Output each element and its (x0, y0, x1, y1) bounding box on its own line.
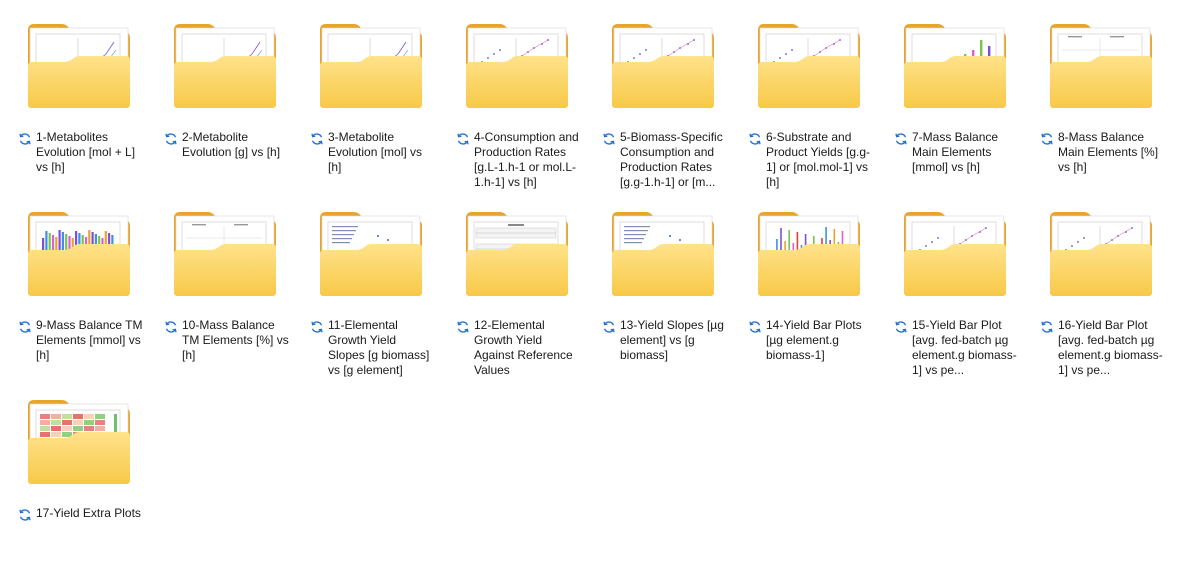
folder-icon (172, 20, 278, 110)
sync-pending-icon (748, 132, 762, 146)
folder-icon (464, 20, 570, 110)
folder-icon (464, 208, 570, 298)
folder-name: 4-Consumption and Production Rates [g.L-… (474, 130, 579, 189)
folder-item[interactable]: 9-Mass Balance TM Elements [mmol] vs [h] (0, 188, 146, 368)
sync-pending-icon (310, 320, 324, 334)
folder-item[interactable]: 8-Mass Balance Main Elements [%] vs [h] (1022, 0, 1168, 180)
sync-pending-icon (748, 320, 762, 334)
folder-item[interactable]: 3-Metabolite Evolution [mol] vs [h] (292, 0, 438, 180)
folder-icon (318, 20, 424, 110)
folder-icon (756, 20, 862, 110)
folder-name: 5-Biomass-Specific Consumption and Produ… (620, 130, 723, 189)
folder-icon (172, 208, 278, 298)
folder-item[interactable]: 4-Consumption and Production Rates [g.L-… (438, 0, 584, 189)
folder-icon (902, 208, 1008, 298)
sync-pending-icon (894, 132, 908, 146)
folder-item[interactable]: 1-Metabolites Evolution [mol + L] vs [h] (0, 0, 146, 180)
folder-item[interactable]: 15-Yield Bar Plot [avg. fed-batch µg ele… (876, 188, 1022, 377)
folder-icon (610, 20, 716, 110)
folder-name: 9-Mass Balance TM Elements [mmol] vs [h] (36, 318, 143, 362)
folder-icon (610, 208, 716, 298)
sync-pending-icon (456, 132, 470, 146)
sync-pending-icon (602, 320, 616, 334)
folder-item[interactable]: 11-Elemental Growth Yield Slopes [g biom… (292, 188, 438, 377)
folder-icon (902, 20, 1008, 110)
folder-icon (756, 208, 862, 298)
folder-item[interactable]: 2-Metabolite Evolution [g] vs [h] (146, 0, 292, 180)
folder-item[interactable]: 14-Yield Bar Plots [µg element.g biomass… (730, 188, 876, 368)
sync-pending-icon (1040, 132, 1054, 146)
sync-pending-icon (18, 132, 32, 146)
folder-name: 6-Substrate and Product Yields [g.g-1] o… (766, 130, 871, 189)
folder-name: 1-Metabolites Evolution [mol + L] vs [h] (36, 130, 136, 174)
folder-item[interactable]: 17-Yield Extra Plots (0, 376, 146, 556)
folder-name: 11-Elemental Growth Yield Slopes [g biom… (328, 318, 430, 377)
sync-pending-icon (164, 320, 178, 334)
folder-item[interactable]: 10-Mass Balance TM Elements [%] vs [h] (146, 188, 292, 368)
folder-name: 17-Yield Extra Plots (36, 506, 141, 520)
sync-pending-icon (456, 320, 470, 334)
folder-item[interactable]: 13-Yield Slopes [µg element] vs [g bioma… (584, 188, 730, 368)
folder-item[interactable]: 12-Elemental Growth Yield Against Refere… (438, 188, 584, 377)
sync-pending-icon (1040, 320, 1054, 334)
sync-pending-icon (894, 320, 908, 334)
folder-grid: 1-Metabolites Evolution [mol + L] vs [h]… (0, 0, 1180, 567)
folder-icon (26, 20, 132, 110)
folder-item[interactable]: 5-Biomass-Specific Consumption and Produ… (584, 0, 730, 189)
folder-icon (318, 208, 424, 298)
folder-icon (26, 396, 132, 486)
folder-name: 14-Yield Bar Plots [µg element.g biomass… (766, 318, 862, 362)
folder-item[interactable]: 6-Substrate and Product Yields [g.g-1] o… (730, 0, 876, 189)
folder-name: 3-Metabolite Evolution [mol] vs [h] (328, 130, 423, 174)
folder-icon (26, 208, 132, 298)
folder-item[interactable]: 16-Yield Bar Plot [avg. fed-batch µg ele… (1022, 188, 1168, 377)
sync-pending-icon (18, 320, 32, 334)
folder-name: 12-Elemental Growth Yield Against Refere… (474, 318, 573, 377)
sync-pending-icon (164, 132, 178, 146)
sync-pending-icon (310, 132, 324, 146)
folder-icon (1048, 208, 1154, 298)
folder-name: 15-Yield Bar Plot [avg. fed-batch µg ele… (912, 318, 1017, 377)
folder-item[interactable]: 7-Mass Balance Main Elements [mmol] vs [… (876, 0, 1022, 180)
folder-name: 7-Mass Balance Main Elements [mmol] vs [… (912, 130, 999, 174)
folder-name: 8-Mass Balance Main Elements [%] vs [h] (1058, 130, 1159, 174)
folder-icon (1048, 20, 1154, 110)
folder-name: 16-Yield Bar Plot [avg. fed-batch µg ele… (1058, 318, 1163, 377)
sync-pending-icon (602, 132, 616, 146)
sync-pending-icon (18, 508, 32, 522)
folder-name: 13-Yield Slopes [µg element] vs [g bioma… (620, 318, 724, 362)
folder-name: 2-Metabolite Evolution [g] vs [h] (182, 130, 281, 159)
folder-name: 10-Mass Balance TM Elements [%] vs [h] (182, 318, 289, 362)
